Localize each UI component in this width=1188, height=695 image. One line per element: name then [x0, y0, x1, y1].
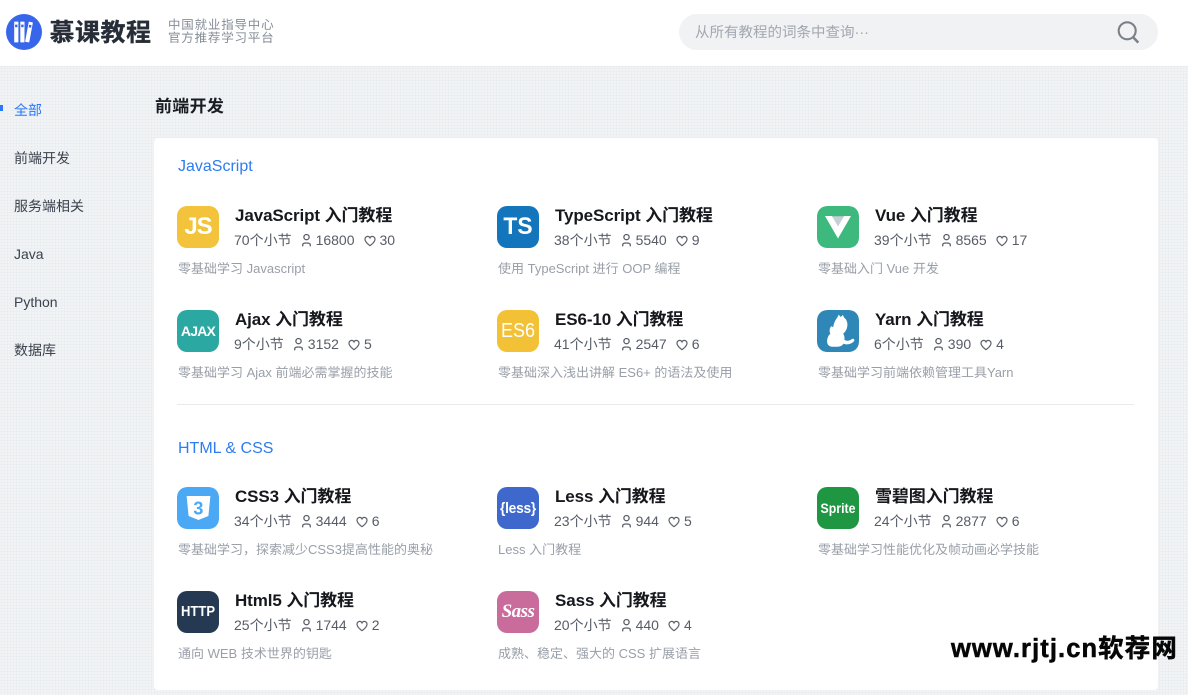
svg-text:3: 3: [193, 499, 203, 519]
